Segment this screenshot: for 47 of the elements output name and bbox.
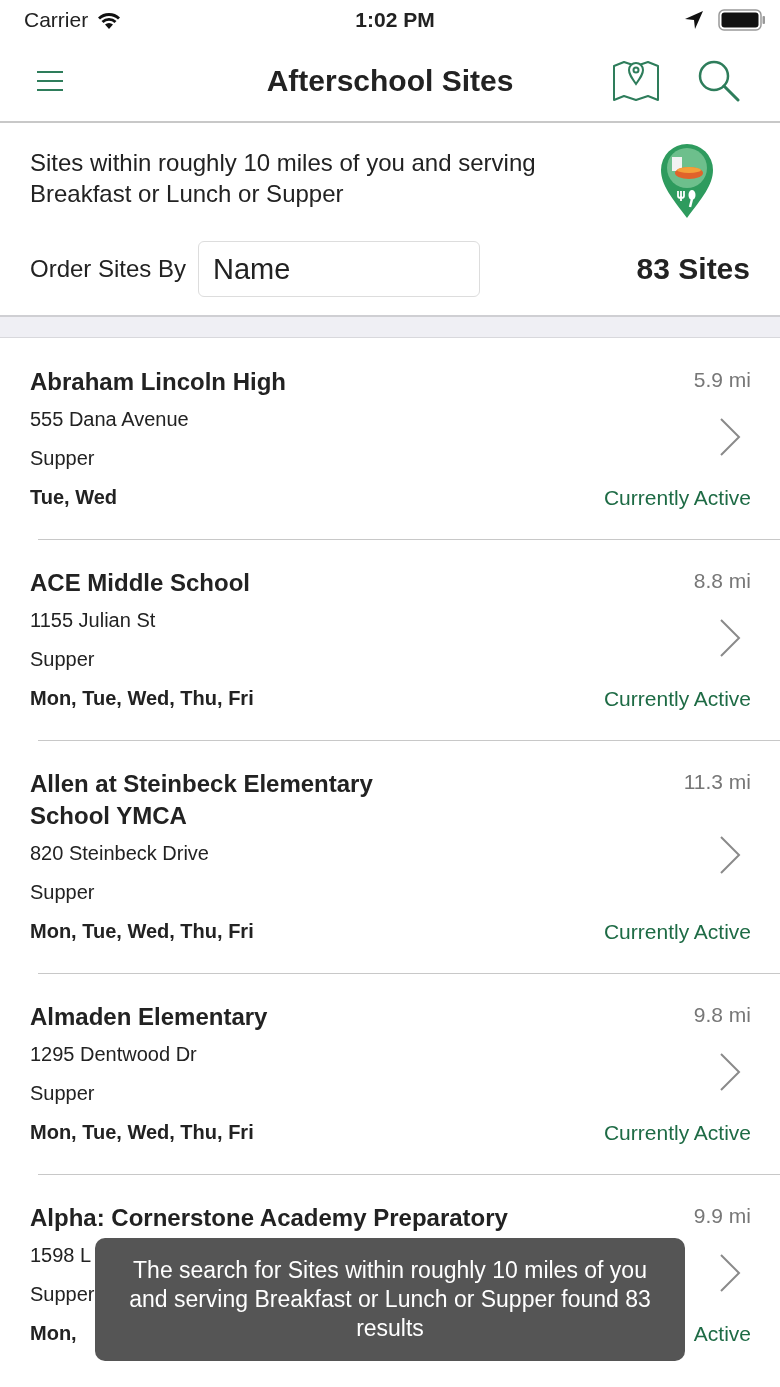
site-address: 820 Steinbeck Drive bbox=[30, 841, 209, 866]
site-count: 83 Sites bbox=[636, 252, 750, 286]
meal-type: Supper bbox=[30, 446, 95, 471]
filter-description: Sites within roughly 10 miles of you and serving Breakfast or Lunch or Supper bbox=[30, 148, 537, 209]
carrier-label: Carrier bbox=[24, 8, 89, 32]
site-days: Mon, Tue, Wed, Thu, Fri bbox=[30, 912, 254, 951]
site-distance: 5.9 mi bbox=[693, 367, 751, 393]
site-status: Currently Active bbox=[603, 485, 751, 511]
results-toast: The search for Sites within roughly 10 miles of you and serving Breakfast or Lunch or Supper found 83 results bbox=[95, 1238, 685, 1361]
chevron-icon[interactable] bbox=[719, 835, 741, 875]
chevron-icon[interactable] bbox=[719, 1052, 741, 1092]
site-distance: 9.9 mi bbox=[693, 1203, 751, 1229]
site-distance: 8.8 mi bbox=[693, 568, 751, 594]
site-distance: 11.3 mi bbox=[683, 769, 751, 795]
site-name: ACE Middle School bbox=[30, 568, 250, 598]
search-button[interactable] bbox=[698, 59, 740, 102]
site-address: 1598 L bbox=[30, 1243, 92, 1268]
site-status: Currently Active bbox=[603, 919, 751, 945]
menu-button[interactable] bbox=[36, 69, 64, 92]
wifi-icon bbox=[96, 10, 123, 30]
meal-type: Supper bbox=[30, 1081, 95, 1106]
clock-time: 1:02 PM bbox=[355, 8, 435, 32]
meal-type: Supper bbox=[30, 647, 95, 672]
sort-field[interactable]: Name bbox=[198, 241, 481, 297]
order-label: Order Sites By bbox=[30, 255, 187, 283]
site-status: Currently Active bbox=[603, 686, 751, 712]
site-distance: 9.8 mi bbox=[693, 1002, 751, 1028]
site-name: Allen at Steinbeck Elementary School YMCA bbox=[30, 769, 374, 831]
site-address: 1295 Dentwood Dr bbox=[30, 1042, 197, 1067]
chevron-icon[interactable] bbox=[719, 417, 741, 457]
location-arrow-icon bbox=[684, 10, 704, 30]
site-days: Mon, Tue, Wed, Thu, Fri bbox=[30, 1113, 254, 1152]
meal-type: Supper bbox=[30, 1282, 95, 1307]
site-name: Almaden Elementary bbox=[30, 1002, 268, 1032]
chevron-icon[interactable] bbox=[719, 618, 741, 658]
site-name: Abraham Lincoln High bbox=[30, 367, 286, 397]
site-name: Alpha: Cornerstone Academy Preparatory bbox=[30, 1203, 508, 1233]
site-days: Mon, bbox=[30, 1314, 77, 1353]
screen-title: Afterschool Sites bbox=[266, 63, 514, 97]
site-address: 555 Dana Avenue bbox=[30, 407, 189, 432]
meal-type: Supper bbox=[30, 880, 95, 905]
battery-icon bbox=[718, 9, 766, 31]
site-status: Active bbox=[693, 1321, 751, 1347]
site-address: 1155 Julian St bbox=[30, 608, 156, 633]
site-days: Mon, Tue, Wed, Thu, Fri bbox=[30, 679, 254, 718]
site-days: Tue, Wed bbox=[30, 478, 118, 517]
site-status: Currently Active bbox=[603, 1120, 751, 1146]
